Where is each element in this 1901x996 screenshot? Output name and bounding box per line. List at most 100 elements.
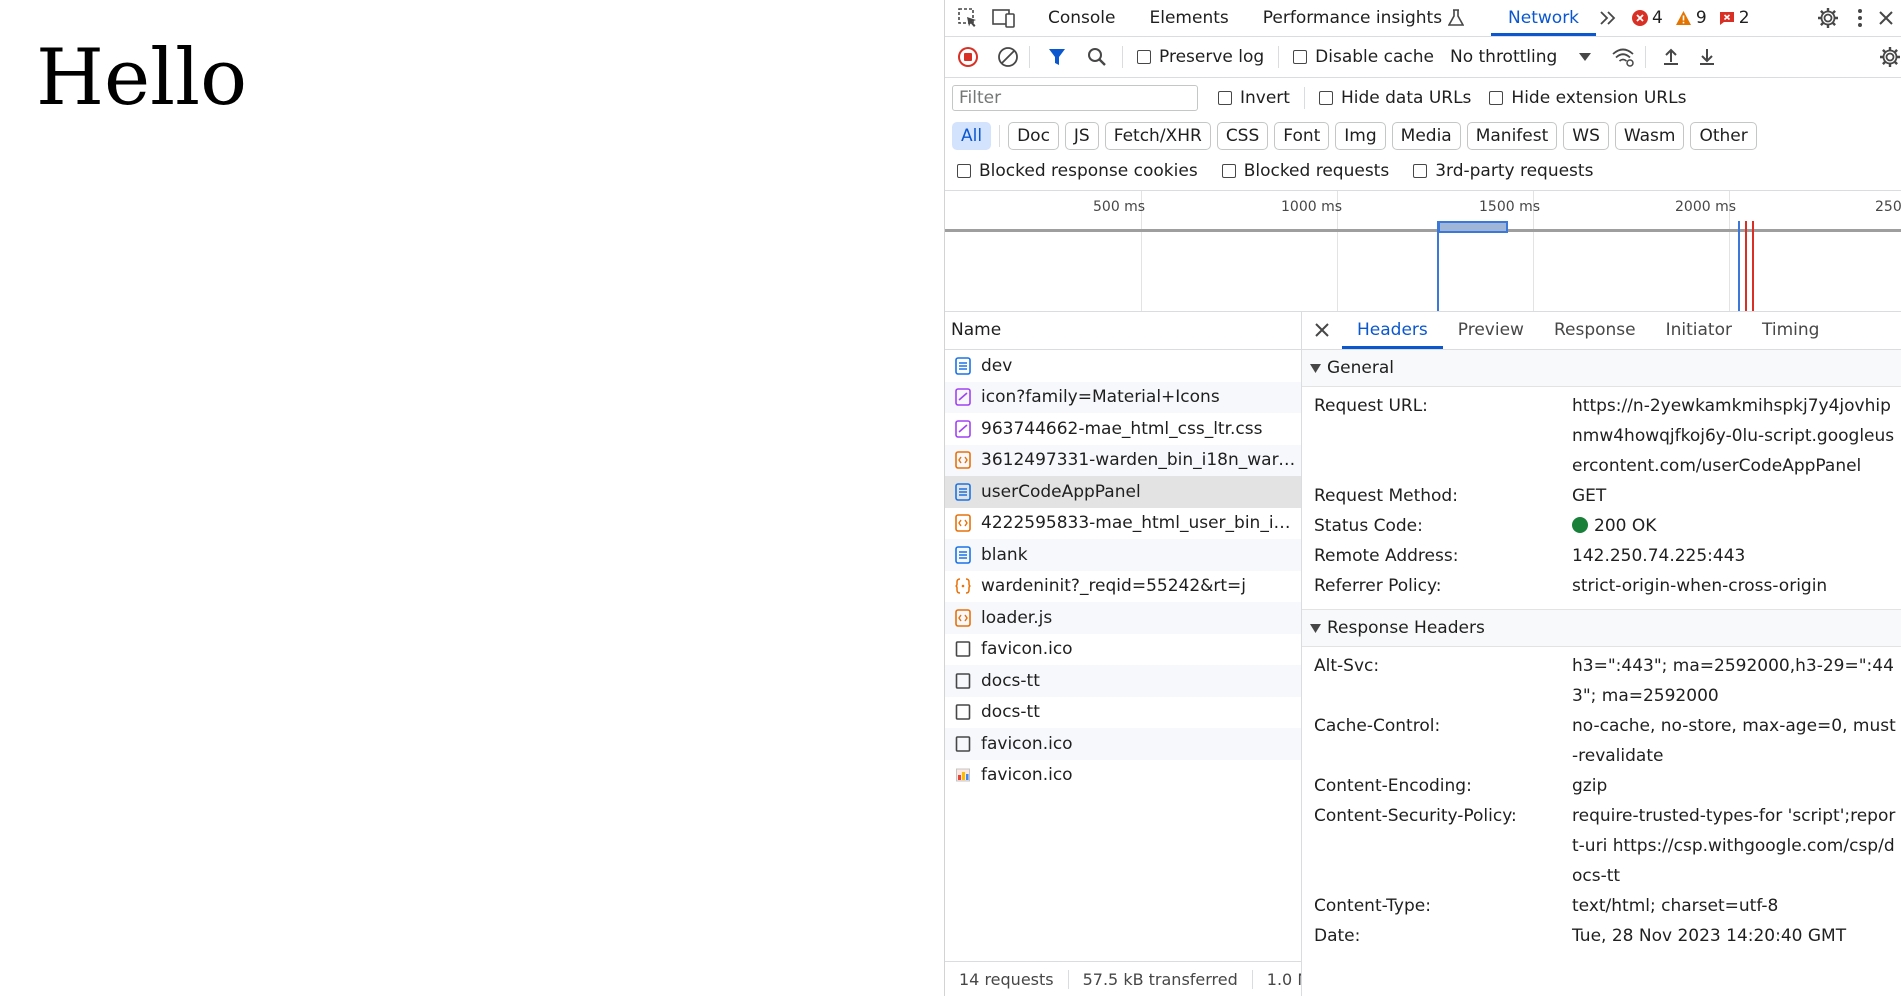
request-row[interactable]: favicon.ico <box>945 634 1301 666</box>
request-name: favicon.ico <box>981 733 1073 754</box>
network-overview[interactable]: 500 ms 1000 ms 1500 ms 2000 ms 2500 <box>945 190 1901 312</box>
type-chip-ws[interactable]: WS <box>1563 122 1609 150</box>
overview-selection[interactable] <box>1438 221 1508 233</box>
filter-row: Invert Hide data URLs Hide extension URL… <box>945 78 1901 118</box>
type-chip-all[interactable]: All <box>952 122 992 150</box>
import-har-icon[interactable] <box>1658 47 1684 67</box>
invert-box[interactable] <box>1218 91 1232 105</box>
type-chip-doc[interactable]: Doc <box>1008 122 1059 150</box>
error-count: 4 <box>1652 8 1663 28</box>
search-icon[interactable] <box>1084 47 1110 67</box>
detail-tabbar: Headers Preview Response Initiator Timin… <box>1302 311 1901 350</box>
inspect-element-icon[interactable] <box>955 7 981 29</box>
request-row[interactable]: loader.js <box>945 602 1301 634</box>
hide-extension-urls-box[interactable] <box>1489 91 1504 105</box>
request-row[interactable]: 3612497331-warden_bin_i18n_warden... <box>945 444 1301 476</box>
device-toolbar-icon[interactable] <box>991 7 1017 29</box>
general-section-header[interactable]: General <box>1302 350 1901 387</box>
detail-tab-initiator[interactable]: Initiator <box>1651 311 1747 349</box>
more-options-icon[interactable] <box>1848 8 1872 28</box>
request-detail-pane: Headers Preview Response Initiator Timin… <box>1302 311 1901 996</box>
request-row[interactable]: docs-tt <box>945 697 1301 729</box>
type-chip-other[interactable]: Other <box>1690 122 1757 150</box>
request-row[interactable]: favicon.ico <box>945 728 1301 760</box>
filter-icon[interactable] <box>1044 47 1070 67</box>
script-icon <box>955 514 971 533</box>
error-counter[interactable]: 4 <box>1632 8 1663 28</box>
hide-extension-urls-label: Hide extension URLs <box>1511 88 1687 108</box>
detail-tab-response[interactable]: Response <box>1539 311 1651 349</box>
type-chip-manifest[interactable]: Manifest <box>1466 122 1558 150</box>
request-row[interactable]: blank <box>945 539 1301 571</box>
header-key: Request Method: <box>1314 486 1458 506</box>
tab-elements[interactable]: Elements <box>1133 0 1246 36</box>
blocked-requests-checkbox[interactable]: Blocked requests <box>1221 161 1389 181</box>
tab-performance-insights[interactable]: Performance insights <box>1246 0 1481 36</box>
type-chip-media[interactable]: Media <box>1391 122 1461 150</box>
request-row[interactable]: docs-tt <box>945 665 1301 697</box>
request-row-selected[interactable]: userCodeAppPanel <box>945 476 1301 508</box>
name-column-header[interactable]: Name <box>945 311 1301 350</box>
tab-network[interactable]: Network <box>1491 0 1597 36</box>
devtools-tabbar: Console Elements Performance insights Ne… <box>945 0 1901 37</box>
header-value: no-cache, no-store, max-age=0, must-reva… <box>1572 716 1896 766</box>
request-row[interactable]: 963744662-mae_html_css_ltr.css <box>945 413 1301 445</box>
close-devtools-icon[interactable] <box>1872 10 1900 26</box>
third-party-box[interactable] <box>1413 164 1428 178</box>
blocked-requests-box[interactable] <box>1221 164 1236 178</box>
disable-cache-box[interactable] <box>1293 50 1308 64</box>
request-list: Name dev icon?family=Material+Icons 9637… <box>945 311 1302 996</box>
fetch-icon <box>955 578 971 594</box>
detail-tab-preview[interactable]: Preview <box>1443 311 1539 349</box>
request-row[interactable]: dev <box>945 350 1301 382</box>
hide-data-urls-checkbox[interactable]: Hide data URLs <box>1318 88 1471 108</box>
response-headers-section-header[interactable]: Response Headers <box>1302 609 1901 647</box>
hide-data-urls-box[interactable] <box>1318 91 1333 105</box>
warning-counter[interactable]: 9 <box>1675 8 1707 28</box>
type-chip-js[interactable]: JS <box>1064 122 1099 150</box>
request-row[interactable]: icon?family=Material+Icons <box>945 381 1301 413</box>
preserve-log-checkbox[interactable]: Preserve log <box>1137 47 1264 67</box>
type-chip-img[interactable]: Img <box>1335 122 1386 150</box>
detail-tab-headers[interactable]: Headers <box>1342 311 1443 349</box>
clear-log-icon[interactable] <box>995 46 1021 68</box>
invert-checkbox[interactable]: Invert <box>1218 88 1290 108</box>
collapse-triangle-icon <box>1310 363 1321 373</box>
header-row-date: Date: Tue, 28 Nov 2023 14:20:40 GMT <box>1302 921 1901 951</box>
throttling-select[interactable]: No throttling <box>1450 47 1592 67</box>
detail-tab-timing[interactable]: Timing <box>1747 311 1834 349</box>
hide-extension-urls-checkbox[interactable]: Hide extension URLs <box>1489 88 1686 108</box>
type-chip-css[interactable]: CSS <box>1216 122 1269 150</box>
type-chip-font[interactable]: Font <box>1274 122 1330 150</box>
settings-gear-icon[interactable] <box>1814 7 1842 29</box>
disable-cache-checkbox[interactable]: Disable cache <box>1293 47 1434 67</box>
blocked-cookies-checkbox[interactable]: Blocked response cookies <box>957 161 1198 181</box>
summary-requests: 14 requests <box>945 969 1069 989</box>
type-chip-wasm[interactable]: Wasm <box>1614 122 1685 150</box>
close-detail-icon[interactable] <box>1302 322 1342 338</box>
issues-counter[interactable]: 2 <box>1719 8 1750 28</box>
network-settings-gear-icon[interactable] <box>1878 46 1901 68</box>
header-value: https://n-2yewkamkmihspkj7y4jovhipnmw4ho… <box>1572 396 1895 476</box>
type-chip-fetch-xhr[interactable]: Fetch/XHR <box>1104 122 1211 150</box>
request-row[interactable]: 4222595833-mae_html_user_bin_i18n... <box>945 508 1301 540</box>
warning-count: 9 <box>1695 8 1707 28</box>
summary-transferred: 57.5 kB transferred <box>1069 969 1253 989</box>
more-tabs-icon[interactable] <box>1596 10 1620 26</box>
third-party-label: 3rd-party requests <box>1435 161 1594 181</box>
status-ok-icon <box>1572 517 1588 533</box>
third-party-checkbox[interactable]: 3rd-party requests <box>1413 161 1593 181</box>
network-conditions-icon[interactable] <box>1609 47 1637 67</box>
filter-input[interactable] <box>952 85 1198 111</box>
request-row[interactable]: wardeninit?_reqid=55242&rt=j <box>945 571 1301 603</box>
preserve-log-box[interactable] <box>1137 50 1151 64</box>
export-har-icon[interactable] <box>1694 47 1720 67</box>
tab-console[interactable]: Console <box>1031 0 1133 36</box>
error-icon <box>1632 10 1649 26</box>
request-row[interactable]: favicon.ico <box>945 760 1301 792</box>
header-row-content-type: Content-Type: text/html; charset=utf-8 <box>1302 891 1901 921</box>
stop-recording-icon[interactable] <box>955 46 981 68</box>
blocked-cookies-box[interactable] <box>957 164 971 178</box>
header-value: GET <box>1572 486 1607 506</box>
tick-2500ms: 2500 <box>1875 199 1901 215</box>
